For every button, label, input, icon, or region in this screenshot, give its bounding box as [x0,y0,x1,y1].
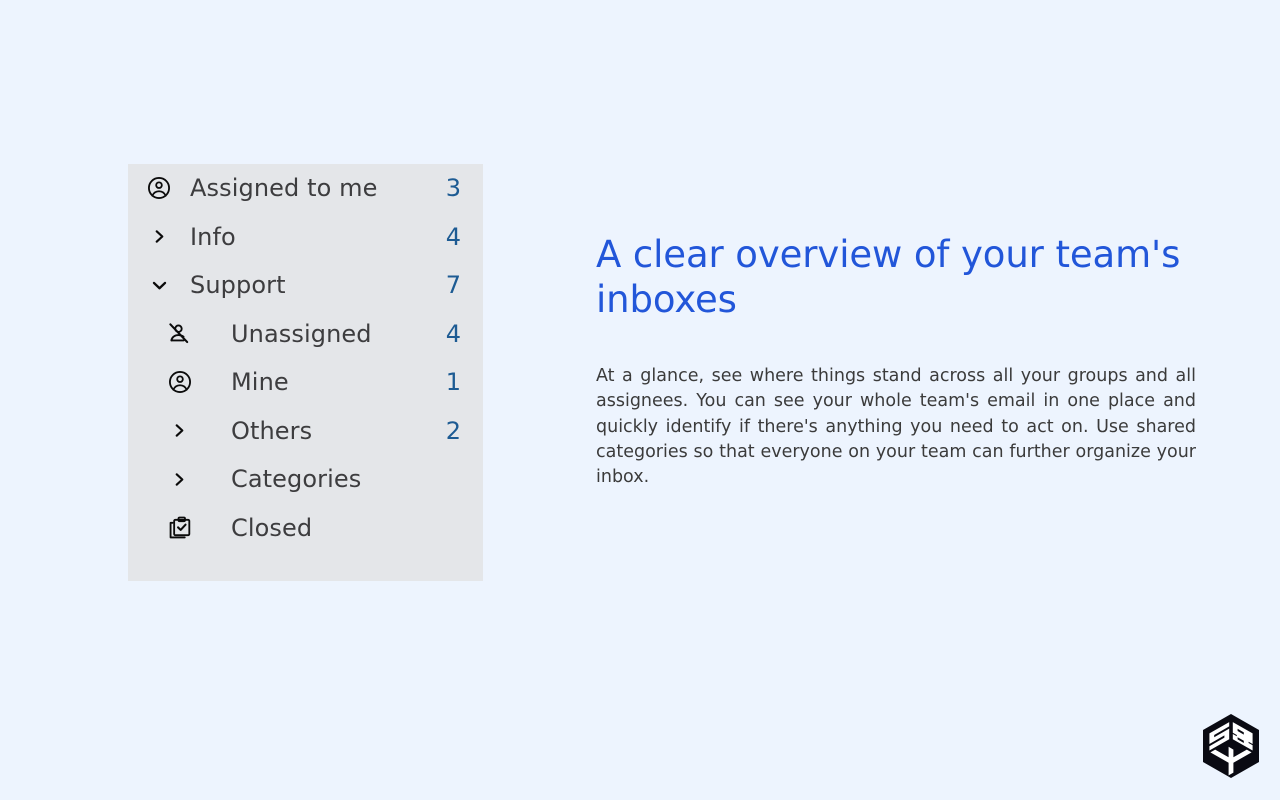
sidebar-item-label: Others [231,416,313,445]
chevron-down-icon[interactable] [128,277,190,294]
chevron-right-icon[interactable] [128,229,190,244]
account-circle-icon [128,369,231,395]
chevron-right-icon[interactable] [128,423,231,438]
sidebar-item-count: 7 [445,271,461,300]
sidebar-item-count: 4 [445,319,461,348]
inbox-sidebar-panel: Assigned to me 3 Info 4 Support 7 Unassi… [128,164,483,581]
sidebar-item-support[interactable]: Support 7 [128,261,483,310]
sidebar-item-others[interactable]: Others 2 [128,407,483,456]
page-title: A clear overview of your team's inboxes [596,233,1181,321]
account-circle-icon [128,175,190,201]
sidebar-item-count: 4 [445,222,461,251]
sidebar-item-categories[interactable]: Categories [128,455,483,504]
sidebar-item-assigned-to-me[interactable]: Assigned to me 3 [128,164,483,213]
sidebar-item-count: 2 [445,416,461,445]
sidebar-item-info[interactable]: Info 4 [128,213,483,262]
page-description: At a glance, see where things stand acro… [596,366,1196,488]
person-off-icon [128,321,231,346]
sidebar-item-unassigned[interactable]: Unassigned 4 [128,310,483,359]
sidebar-item-label: Unassigned [231,319,372,348]
sidebar-item-count: 3 [445,174,461,203]
clipboard-check-icon [128,515,231,541]
hexagon-cube-logo [1199,712,1263,780]
content-column: A clear overview of your team's inboxes [596,232,1196,322]
sidebar-item-count: 1 [445,368,461,397]
sidebar-item-label: Closed [231,513,313,542]
sidebar-item-label: Support [190,271,286,300]
sidebar-item-label: Categories [231,465,362,494]
sidebar-item-mine[interactable]: Mine 1 [128,358,483,407]
chevron-right-icon[interactable] [128,472,231,487]
sidebar-item-label: Mine [231,368,289,397]
sidebar-item-label: Info [190,222,236,251]
sidebar-item-closed[interactable]: Closed [128,504,483,553]
sidebar-item-label: Assigned to me [190,174,378,203]
